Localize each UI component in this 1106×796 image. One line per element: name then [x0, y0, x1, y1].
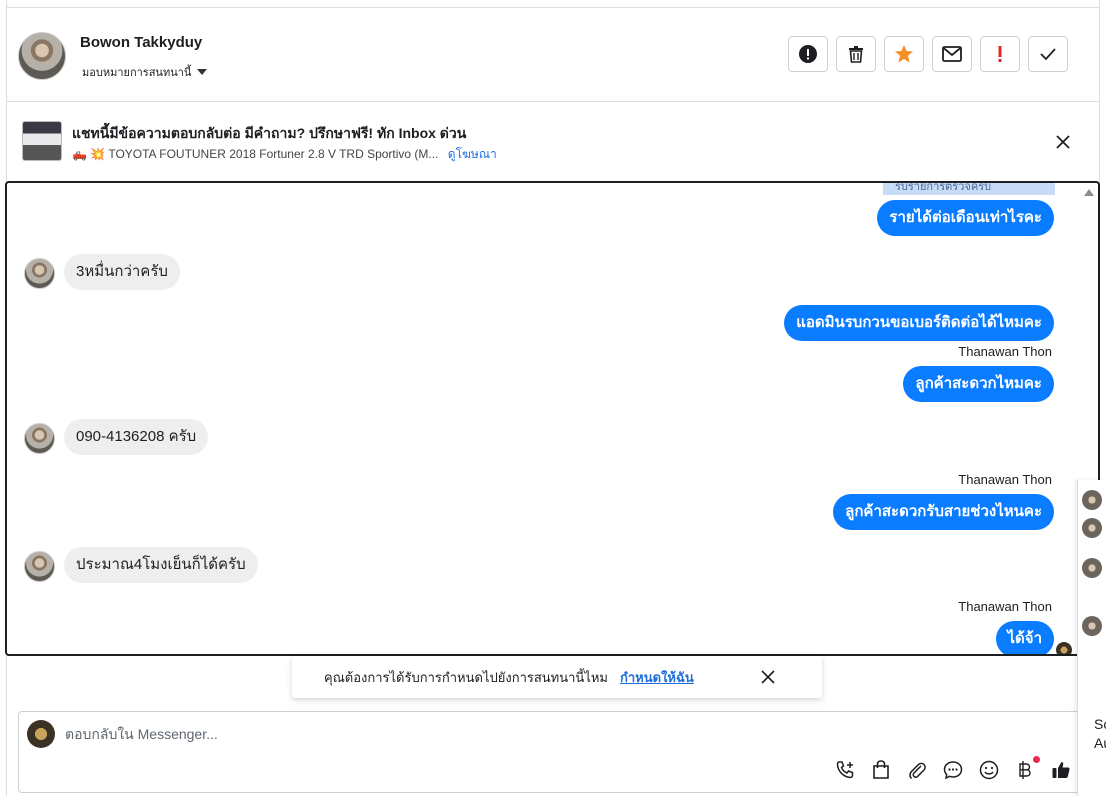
sender-name: Thanawan Thon: [958, 472, 1052, 487]
assign-to-me-link[interactable]: กำหนดให้ฉัน: [620, 667, 694, 688]
shopping-bag-icon: [873, 760, 889, 779]
avatar[interactable]: [18, 32, 66, 80]
contact-name[interactable]: Bowon Takkyduy: [80, 34, 202, 51]
sender-name: Thanawan Thon: [958, 344, 1052, 359]
outgoing-message: ลูกค้าสะดวกรับสายช่วงไหนคะ: [833, 494, 1054, 530]
mark-important-button[interactable]: [980, 36, 1020, 72]
avatar: [24, 258, 55, 289]
avatar[interactable]: [1082, 490, 1102, 510]
star-button[interactable]: [884, 36, 924, 72]
close-icon[interactable]: [760, 669, 776, 685]
message-thread[interactable]: รบรายการตรวจครบ รายได้ต่อเดือนเท่าไรคะ 3…: [5, 181, 1100, 656]
emoji-button[interactable]: [977, 758, 1001, 782]
star-icon: [895, 45, 913, 63]
avatar: [24, 423, 55, 454]
mail-icon: [942, 46, 962, 62]
outgoing-message: แอดมินรบกวนขอเบอร์ติดต่อได้ไหมคะ: [784, 305, 1054, 341]
action-toolbar: [788, 36, 1068, 72]
like-button[interactable]: [1049, 758, 1073, 782]
ad-subtitle: 🛻 💥 TOYOTA FOUTUNER 2018 Fortuner 2.8 V …: [72, 145, 497, 164]
outgoing-message: รายได้ต่อเดือนเท่าไรคะ: [877, 200, 1054, 236]
incoming-message: 3หมื่นกว่าครับ: [64, 254, 180, 290]
alert-circle-icon: [799, 45, 817, 63]
reply-composer: [18, 711, 1082, 793]
incoming-message: ประมาณ4โมงเย็นก็ได้ครับ: [64, 547, 258, 583]
avatar: [24, 551, 55, 582]
attach-button[interactable]: [905, 758, 929, 782]
check-icon: [1040, 48, 1056, 61]
avatar[interactable]: [1082, 518, 1102, 538]
shop-button[interactable]: [869, 758, 893, 782]
call-button[interactable]: [833, 758, 857, 782]
reply-input[interactable]: [65, 726, 765, 742]
ad-thumbnail[interactable]: [22, 121, 62, 161]
mark-unread-button[interactable]: [932, 36, 972, 72]
ad-product-name: 🛻 💥 TOYOTA FOUTUNER 2018 Fortuner 2.8 V …: [72, 147, 439, 161]
mark-spam-button[interactable]: [788, 36, 828, 72]
view-ad-link[interactable]: ดูโฆษณา: [448, 147, 497, 161]
composer-toolbar: [833, 756, 1073, 782]
scroll-up-icon[interactable]: [1084, 189, 1094, 196]
ad-context-banner: แชทนี้มีข้อความตอบกลับต่อ มีคำถาม? ปรึกษ…: [6, 103, 1100, 181]
message-bubble-partial: รบรายการตรวจครบ: [883, 183, 1055, 195]
notification-dot: [1033, 756, 1040, 763]
assign-prompt-text: คุณต้องการได้รับการกำหนดไปยังการสนทนานี้…: [324, 670, 608, 685]
outgoing-message: ได้จ้า: [995, 621, 1054, 654]
assign-dropdown[interactable]: มอบหมายการสนทนานี้: [82, 63, 208, 81]
paperclip-icon: [909, 762, 926, 780]
exclamation-icon: [998, 46, 1002, 62]
outgoing-message: ลูกค้าสะดวกไหมคะ: [903, 366, 1054, 402]
avatar: [27, 720, 55, 748]
close-icon[interactable]: [1054, 133, 1072, 151]
sender-name: Thanawan Thon: [958, 599, 1052, 614]
avatar[interactable]: [1082, 558, 1102, 578]
read-receipt-avatar: [1056, 642, 1072, 654]
side-panel-text: Au: [1094, 735, 1106, 751]
incoming-message: 090-4136208 ครับ: [64, 419, 209, 455]
caret-down-icon: [197, 69, 208, 75]
side-panel-partial: Sc Au: [1077, 480, 1106, 796]
conversation-header: Bowon Takkyduy มอบหมายการสนทนานี้: [6, 8, 1100, 102]
payment-button[interactable]: [1013, 756, 1040, 782]
phone-plus-icon: [836, 761, 854, 779]
delete-button[interactable]: [836, 36, 876, 72]
trash-icon: [849, 46, 863, 63]
ad-title: แชทนี้มีข้อความตอบกลับต่อ มีคำถาม? ปรึกษ…: [72, 125, 467, 141]
saved-replies-button[interactable]: [941, 758, 965, 782]
baht-icon: [1019, 761, 1031, 779]
smiley-icon: [979, 760, 999, 780]
mark-done-button[interactable]: [1028, 36, 1068, 72]
avatar[interactable]: [1082, 616, 1102, 636]
assign-label: มอบหมายการสนทนานี้: [82, 67, 192, 79]
assign-prompt: คุณต้องการได้รับการกำหนดไปยังการสนทนานี้…: [292, 656, 822, 698]
chat-bubble-icon: [943, 761, 963, 780]
thumbs-up-icon: [1052, 762, 1070, 778]
side-panel-text: Sc: [1094, 716, 1106, 732]
